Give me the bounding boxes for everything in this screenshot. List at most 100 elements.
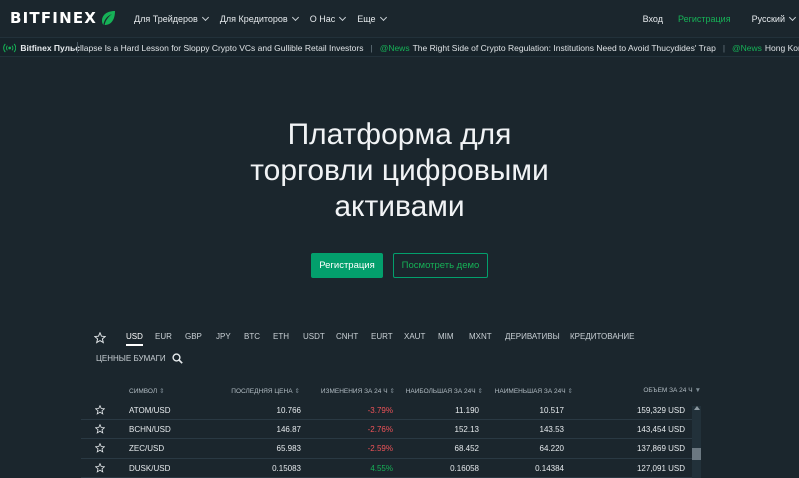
menu-for-traders[interactable]: Для Трейдеров — [134, 13, 209, 24]
hero-signup-button[interactable]: Регистрация — [311, 253, 383, 278]
change-cell: -2.59% — [367, 444, 393, 454]
tab-eth[interactable]: ETH — [273, 332, 289, 341]
tab-usd[interactable]: USD — [126, 332, 143, 346]
tab-securities[interactable]: ЦЕННЫЕ БУМАГИ — [96, 354, 166, 363]
column-last-price[interactable]: ПОСЛЕДНЯЯ ЦЕНА ⇕ — [231, 387, 300, 395]
volume-cell: 127,091 USD — [636, 463, 685, 473]
column-volume-label: ОБЪЕМ ЗА 24 Ч — [643, 387, 693, 394]
favorite-star-icon[interactable] — [95, 405, 105, 415]
low-cell: 143.53 — [539, 425, 564, 435]
pulse-link[interactable]: Bitfinex Пульс — [0, 38, 80, 56]
broadcast-icon — [3, 43, 17, 52]
change-cell: -2.76% — [367, 425, 393, 435]
high-cell: 11.190 — [455, 406, 479, 415]
column-change-label: ИЗМЕНЕНИЯ ЗА 24 Ч — [320, 388, 388, 395]
ticker-news-item[interactable]: llapse Is a Hard Lesson for Sloppy Crypt… — [80, 43, 363, 53]
symbol-cell: ATOM/USD — [129, 406, 171, 415]
table-row[interactable]: ZEC/USD 65.983 -2.59% 68.452 64.220 137,… — [81, 439, 693, 459]
tab-mxnt[interactable]: MXNT — [469, 332, 492, 341]
tab-mim[interactable]: MIM — [438, 332, 454, 341]
column-low-label: НАИМЕНЬШАЯ ЗА 24Ч — [494, 388, 566, 395]
ticker-track: llapse Is a Hard Lesson for Sloppy Crypt… — [80, 38, 799, 56]
hero-demo-button[interactable]: Посмотреть демо — [393, 253, 488, 278]
tab-eurt[interactable]: EURT — [371, 332, 393, 341]
favorite-star-icon[interactable] — [95, 443, 105, 454]
chevron-down-icon — [291, 13, 299, 21]
main-menu: Для Трейдеров Для Кредиторов О Нас Еще — [134, 0, 398, 37]
ticker-news-item[interactable]: @News Hong Kong university to ina — [732, 43, 799, 53]
menu-more[interactable]: Еще — [357, 13, 387, 24]
last-price-cell: 10.766 — [276, 406, 301, 415]
column-change[interactable]: ИЗМЕНЕНИЯ ЗА 24 Ч ⇕ — [321, 387, 395, 395]
ticker-news-text: Hong Kong university to ina — [764, 42, 799, 53]
hero-title-line2: торговли цифровыми — [250, 154, 549, 187]
menu-for-lenders[interactable]: Для Кредиторов — [219, 13, 299, 24]
symbol-cell: ZEC/USD — [129, 444, 165, 454]
table-body: ATOM/USD 10.766 -3.79% 11.190 10.517 159… — [81, 401, 693, 478]
ticker-news-text: llapse Is a Hard Lesson for Sloppy Crypt… — [80, 42, 364, 53]
last-price-cell: 0.15083 — [272, 463, 301, 473]
scroll-up-arrow-icon[interactable] — [694, 406, 700, 410]
tab-derivatives[interactable]: ДЕРИВАТИВЫ — [505, 332, 560, 341]
tab-gbp[interactable]: GBP — [185, 332, 202, 341]
column-last-price-label: ПОСЛЕДНЯЯ ЦЕНА — [231, 388, 293, 395]
column-volume[interactable]: ОБЪЕМ ЗА 24 Ч ▼ — [643, 387, 701, 394]
ticker-news-tag: @News — [732, 42, 762, 53]
sort-icon: ⇕ — [567, 388, 573, 395]
column-low[interactable]: НАИМЕНЬШАЯ ЗА 24Ч ⇕ — [495, 387, 573, 395]
menu-for-lenders-label: Для Кредиторов — [219, 13, 288, 24]
tab-eur[interactable]: EUR — [155, 332, 172, 341]
tab-usdt[interactable]: USDT — [303, 332, 325, 341]
menu-about-label: О Нас — [309, 13, 336, 24]
favorite-star-icon[interactable] — [95, 424, 105, 434]
column-symbol-label: СИМВОЛ — [129, 388, 158, 395]
logo-wordmark: BITFINEX — [10, 9, 98, 27]
search-icon[interactable] — [172, 353, 183, 364]
volume-cell: 137,869 USD — [636, 444, 685, 454]
market-table: USD EUR GBP JPY BTC ETH USDT CNHT EURT X… — [81, 323, 719, 478]
menu-for-traders-label: Для Трейдеров — [134, 13, 198, 24]
sort-icon: ⇕ — [477, 388, 483, 395]
low-cell: 0.14384 — [535, 463, 564, 473]
high-cell: 68.452 — [454, 444, 479, 454]
tab-jpy[interactable]: JPY — [216, 332, 231, 341]
sort-icon: ⇕ — [294, 388, 300, 395]
bitfinex-logo[interactable]: BITFINEX — [10, 9, 116, 27]
pulse-label: Bitfinex Пульс — [20, 42, 80, 53]
top-navbar: BITFINEX Для Трейдеров Для Кредиторов О … — [0, 0, 799, 37]
language-label: Русский — [751, 13, 785, 24]
column-symbol[interactable]: СИМВОЛ ⇕ — [129, 387, 165, 395]
language-selector[interactable]: Русский — [751, 13, 797, 24]
favorite-star-icon[interactable] — [95, 462, 105, 473]
last-price-cell: 65.983 — [276, 444, 301, 454]
sort-desc-icon: ▼ — [694, 387, 701, 394]
low-cell: 10.517 — [539, 406, 564, 415]
tab-lending[interactable]: КРЕДИТОВАНИЕ — [570, 332, 635, 341]
favorites-star-icon[interactable] — [94, 332, 106, 344]
login-link[interactable]: Вход — [643, 14, 663, 24]
change-cell: 4.55% — [370, 463, 393, 473]
ticker-news-tag: @News — [379, 42, 410, 53]
tab-btc[interactable]: BTC — [244, 332, 260, 341]
column-high[interactable]: НАИБОЛЬШАЯ ЗА 24Ч ⇕ — [406, 387, 483, 395]
tab-xaut[interactable]: XAUT — [404, 332, 425, 341]
hero-title-line3: активами — [334, 190, 465, 223]
symbol-cell: BCHN/USD — [129, 425, 171, 435]
last-price-cell: 146.87 — [276, 425, 301, 435]
table-row[interactable]: DUSK/USD 0.15083 4.55% 0.16058 0.14384 1… — [81, 459, 693, 478]
ticker-news-item[interactable]: @News The Right Side of Crypto Regulatio… — [380, 43, 716, 53]
chevron-down-icon — [788, 13, 797, 21]
high-cell: 0.16058 — [450, 463, 479, 473]
tab-cnht[interactable]: CNHT — [336, 332, 358, 341]
sort-icon: ⇕ — [389, 388, 395, 395]
table-scrollbar[interactable] — [692, 406, 701, 478]
market-tabs: USD EUR GBP JPY BTC ETH USDT CNHT EURT X… — [81, 323, 641, 369]
chevron-down-icon — [379, 13, 387, 21]
chevron-down-icon — [201, 13, 209, 21]
menu-about[interactable]: О Нас — [309, 13, 347, 24]
table-row[interactable]: ATOM/USD 10.766 -3.79% 11.190 10.517 159… — [81, 401, 693, 421]
signup-link[interactable]: Регистрация — [678, 14, 731, 24]
table-row[interactable]: BCHN/USD 146.87 -2.76% 152.13 143.53 143… — [81, 420, 693, 440]
column-high-label: НАИБОЛЬШАЯ ЗА 24Ч — [405, 388, 476, 395]
scrollbar-thumb[interactable] — [692, 448, 701, 460]
